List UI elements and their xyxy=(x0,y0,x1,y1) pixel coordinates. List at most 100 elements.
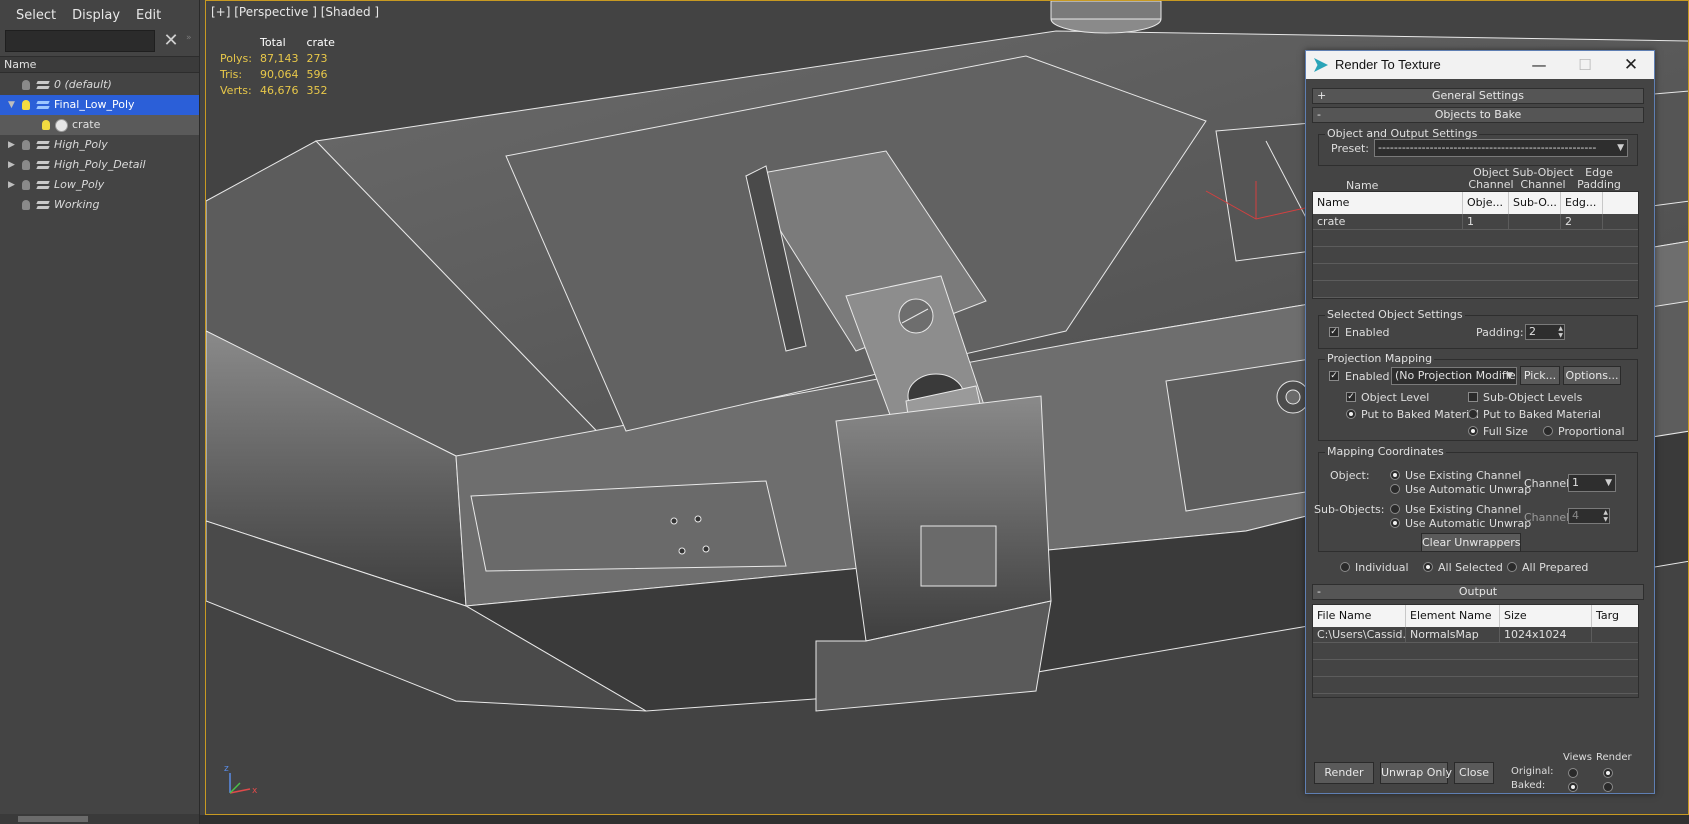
minimize-icon[interactable]: — xyxy=(1516,51,1562,79)
output-table[interactable]: File Name Element Name Size Targ C:\User… xyxy=(1312,604,1639,698)
header-name[interactable]: Name xyxy=(1313,192,1463,214)
close-icon[interactable]: ✕ xyxy=(1608,51,1654,79)
header-element-name[interactable]: Element Name xyxy=(1406,605,1500,627)
put-baked-right-radio[interactable] xyxy=(1468,409,1478,419)
spinner-arrows-icon[interactable]: ▲ ▼ xyxy=(1558,325,1563,339)
search-options-icon[interactable]: » xyxy=(186,30,196,52)
chevron-down-icon: ▼ xyxy=(1617,143,1624,153)
collapse-minus-icon: - xyxy=(1317,585,1321,598)
axis-z-label: z xyxy=(224,764,229,774)
chevron-down-icon[interactable]: ▼ xyxy=(8,95,16,115)
menu-select[interactable]: Select xyxy=(16,8,56,23)
individual-radio[interactable] xyxy=(1340,562,1350,572)
tree-row-high-poly[interactable]: ▶ High_Poly xyxy=(0,135,199,155)
name-column-header[interactable]: Name xyxy=(0,56,199,73)
light-bulb-icon[interactable] xyxy=(22,100,30,110)
header-edge-padding[interactable]: Edg... xyxy=(1561,192,1603,214)
object-level-checkbox[interactable]: ✓ xyxy=(1346,392,1356,402)
maximize-icon[interactable]: ☐ xyxy=(1562,51,1608,79)
output-rollout[interactable]: - Output xyxy=(1312,584,1644,600)
render-column-label: Render xyxy=(1596,752,1632,763)
table-row xyxy=(1313,231,1638,247)
tree-row-high-poly-detail[interactable]: ▶ High_Poly_Detail xyxy=(0,155,199,175)
close-button[interactable]: Close xyxy=(1454,762,1494,784)
header-size[interactable]: Size xyxy=(1500,605,1592,627)
light-bulb-icon[interactable] xyxy=(22,180,30,190)
full-size-radio[interactable] xyxy=(1468,426,1478,436)
group-title: Selected Object Settings xyxy=(1325,308,1465,321)
clear-unwrappers-button[interactable]: Clear Unwrappers xyxy=(1421,533,1521,552)
tree-row-default[interactable]: 0 (default) xyxy=(0,75,199,95)
header-target[interactable]: Targ xyxy=(1592,605,1638,627)
tree-label: 0 (default) xyxy=(54,78,112,91)
sub-automatic-unwrap-radio[interactable] xyxy=(1390,518,1400,528)
stats-polys-object: 273 xyxy=(306,51,328,65)
menu-display[interactable]: Display xyxy=(72,8,120,23)
light-bulb-icon[interactable] xyxy=(22,200,30,210)
all-prepared-label: All Prepared xyxy=(1522,561,1589,574)
header-sub-object-channel[interactable]: Sub-O... xyxy=(1509,192,1561,214)
explorer-scrollbar[interactable] xyxy=(0,814,199,824)
sub-automatic-unwrap-label: Use Automatic Unwrap xyxy=(1405,517,1532,530)
baked-views-radio[interactable] xyxy=(1568,782,1578,792)
stats-verts-label: Verts: xyxy=(220,83,252,97)
proportional-radio[interactable] xyxy=(1543,426,1553,436)
object-automatic-unwrap-radio[interactable] xyxy=(1390,484,1400,494)
header-file-name[interactable]: File Name xyxy=(1313,605,1406,627)
sub-objects-label: Sub-Objects: xyxy=(1314,503,1385,516)
all-selected-radio[interactable] xyxy=(1423,562,1433,572)
general-settings-rollout[interactable]: + General Settings xyxy=(1312,88,1644,104)
layer-tree: 0 (default) ▼ Final_Low_Poly crate ▶ Hig… xyxy=(0,75,199,215)
original-views-radio[interactable] xyxy=(1568,768,1578,778)
projection-enabled-checkbox[interactable]: ✓ xyxy=(1329,371,1339,381)
render-button[interactable]: Render xyxy=(1314,762,1374,784)
tree-row-crate[interactable]: crate xyxy=(0,115,199,135)
original-label: Original: xyxy=(1511,766,1554,777)
header-object-channel[interactable]: Obje... xyxy=(1463,192,1509,214)
light-bulb-icon[interactable] xyxy=(22,140,30,150)
scrollbar-thumb[interactable] xyxy=(18,816,88,822)
padding-spinner[interactable]: 2 ▲ ▼ xyxy=(1525,324,1565,340)
padding-label: Padding: xyxy=(1476,326,1524,339)
selected-enabled-checkbox[interactable]: ✓ xyxy=(1329,327,1339,337)
table-row[interactable]: crate 1 2 xyxy=(1313,214,1638,230)
object-icon xyxy=(55,119,68,132)
tree-row-final-low-poly[interactable]: ▼ Final_Low_Poly xyxy=(0,95,199,115)
tree-label: Final_Low_Poly xyxy=(54,98,135,111)
table-row[interactable]: C:\Users\Cassid... NormalsMap 1024x1024 xyxy=(1313,627,1638,643)
light-bulb-icon[interactable] xyxy=(22,160,30,170)
put-baked-left-radio[interactable] xyxy=(1346,409,1356,419)
all-prepared-radio[interactable] xyxy=(1507,562,1517,572)
objects-table[interactable]: Name Obje... Sub-O... Edg... crate 1 2 xyxy=(1312,191,1639,299)
original-render-radio[interactable] xyxy=(1603,768,1613,778)
options-button[interactable]: Options... xyxy=(1563,366,1621,385)
preset-label: Preset: xyxy=(1331,142,1370,155)
chevron-right-icon[interactable]: ▶ xyxy=(8,135,16,155)
light-bulb-icon[interactable] xyxy=(22,80,30,90)
sub-channel-label: Channel: xyxy=(1524,511,1573,524)
chevron-down-icon: ▼ xyxy=(1605,478,1612,488)
chevron-right-icon[interactable]: ▶ xyxy=(8,175,16,195)
pick-button[interactable]: Pick... xyxy=(1520,366,1560,385)
objects-to-bake-rollout[interactable]: - Objects to Bake xyxy=(1312,107,1644,123)
viewport-label-menu[interactable]: [+] [Perspective ] [Shaded ] xyxy=(211,5,379,19)
baked-render-radio[interactable] xyxy=(1603,782,1613,792)
tree-row-working[interactable]: Working xyxy=(0,195,199,215)
search-input[interactable] xyxy=(5,30,155,52)
tree-row-low-poly[interactable]: ▶ Low_Poly xyxy=(0,175,199,195)
menu-edit[interactable]: Edit xyxy=(136,8,161,23)
chevron-right-icon[interactable]: ▶ xyxy=(8,155,16,175)
projection-modifier-dropdown[interactable]: (No Projection Modifier ▼ xyxy=(1391,367,1517,385)
clear-search-icon[interactable]: ✕ xyxy=(162,30,180,52)
cell-element-name: NormalsMap xyxy=(1406,627,1500,643)
object-channel-dropdown[interactable]: 1 ▼ xyxy=(1568,474,1616,492)
sub-existing-channel-radio[interactable] xyxy=(1390,504,1400,514)
dialog-titlebar[interactable]: Render To Texture — ☐ ✕ xyxy=(1306,51,1654,79)
table-row xyxy=(1313,265,1638,281)
object-existing-channel-radio[interactable] xyxy=(1390,470,1400,480)
unwrap-only-button[interactable]: Unwrap Only xyxy=(1380,762,1452,784)
sub-object-levels-checkbox[interactable] xyxy=(1468,392,1478,402)
preset-dropdown[interactable]: ----------------------------------------… xyxy=(1374,139,1628,157)
light-bulb-icon[interactable] xyxy=(42,120,50,130)
object-channel-value: 1 xyxy=(1572,476,1579,489)
